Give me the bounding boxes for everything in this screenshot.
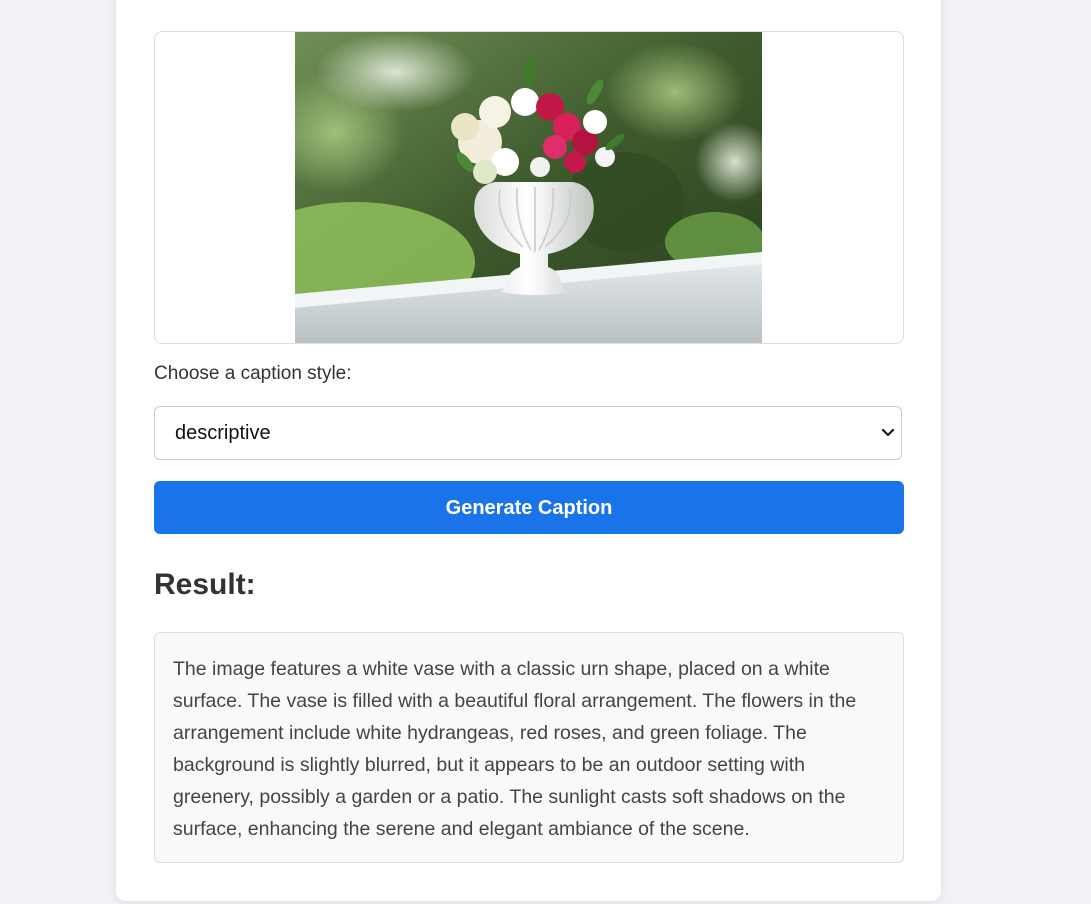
generate-caption-button[interactable]: Generate Caption [154,481,904,534]
caption-style-select[interactable]: descriptive [154,406,902,460]
result-box: The image features a white vase with a c… [154,632,904,863]
result-caption-text: The image features a white vase with a c… [173,658,857,840]
result-heading: Result: [154,568,256,601]
main-card: Choose a caption style: descriptive Gene… [116,0,941,901]
image-preview [154,31,904,344]
chevron-down-icon [881,428,895,437]
caption-style-label: Choose a caption style: [154,363,352,384]
uploaded-photo [295,32,762,343]
caption-style-selected-value: descriptive [175,422,271,444]
